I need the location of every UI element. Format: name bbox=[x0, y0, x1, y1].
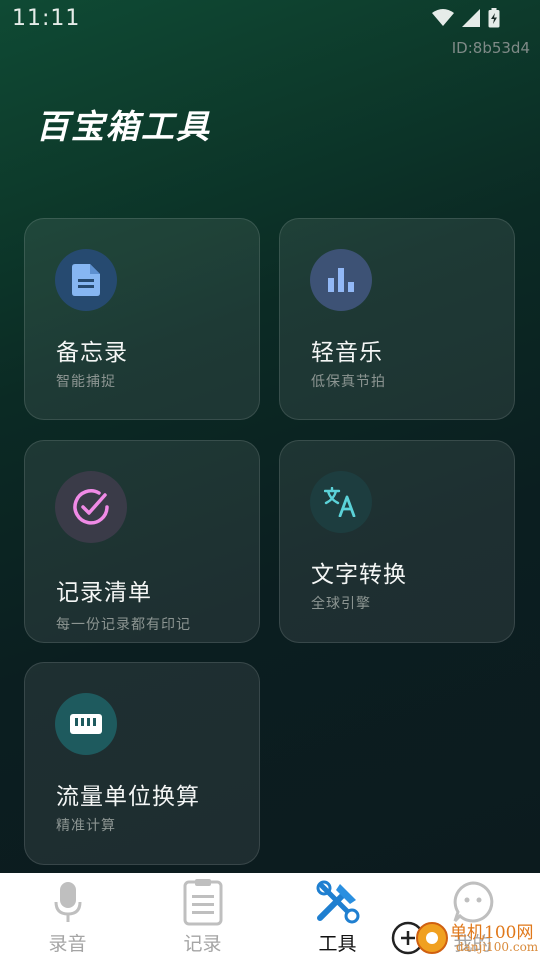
card-title: 文字转换 bbox=[311, 562, 407, 588]
page-title: 百宝箱工具 bbox=[36, 107, 211, 146]
keyboard-icon bbox=[55, 693, 117, 755]
document-icon bbox=[55, 249, 117, 311]
watermark-logo-icon bbox=[391, 921, 448, 955]
card-subtitle: 低保真节拍 bbox=[311, 374, 386, 390]
watermark: 单机100网 danji100.com bbox=[390, 916, 540, 960]
bar-chart-icon bbox=[310, 249, 372, 311]
card-translate[interactable]: 文字转换 全球引擎 bbox=[279, 440, 515, 643]
clipboard-icon bbox=[183, 877, 223, 927]
signal-icon bbox=[462, 9, 480, 27]
card-memo[interactable]: 备忘录 智能捕捉 bbox=[24, 218, 260, 420]
status-icons bbox=[432, 8, 500, 28]
battery-icon bbox=[488, 8, 500, 28]
card-music[interactable]: 轻音乐 低保真节拍 bbox=[279, 218, 515, 420]
nav-item-tools[interactable]: 工具 bbox=[270, 873, 405, 960]
card-subtitle: 智能捕捉 bbox=[56, 374, 116, 390]
microphone-icon bbox=[54, 877, 82, 927]
device-id: ID:8b53d4 bbox=[451, 39, 530, 57]
card-title: 流量单位换算 bbox=[56, 784, 200, 810]
card-title: 记录清单 bbox=[56, 580, 152, 606]
nav-label: 记录 bbox=[183, 933, 222, 955]
card-unit-converter[interactable]: 流量单位换算 精准计算 bbox=[24, 662, 260, 865]
wifi-icon bbox=[432, 9, 454, 26]
nav-item-records[interactable]: 记录 bbox=[135, 873, 270, 960]
nav-label: 工具 bbox=[318, 933, 357, 955]
watermark-url: danji100.com bbox=[456, 940, 539, 954]
check-circle-icon bbox=[55, 471, 127, 543]
card-subtitle: 每一份记录都有印记 bbox=[56, 617, 191, 633]
tools-icon bbox=[314, 877, 362, 927]
nav-item-record[interactable]: 录音 bbox=[0, 873, 135, 960]
card-subtitle: 精准计算 bbox=[56, 818, 116, 834]
status-time: 11:11 bbox=[12, 6, 81, 31]
card-title: 备忘录 bbox=[56, 340, 128, 366]
card-subtitle: 全球引擎 bbox=[311, 596, 371, 612]
status-bar: 11:11 bbox=[0, 0, 540, 38]
card-title: 轻音乐 bbox=[311, 340, 383, 366]
nav-label: 录音 bbox=[48, 933, 87, 955]
translate-icon bbox=[310, 471, 372, 533]
card-checklist[interactable]: 记录清单 每一份记录都有印记 bbox=[24, 440, 260, 643]
